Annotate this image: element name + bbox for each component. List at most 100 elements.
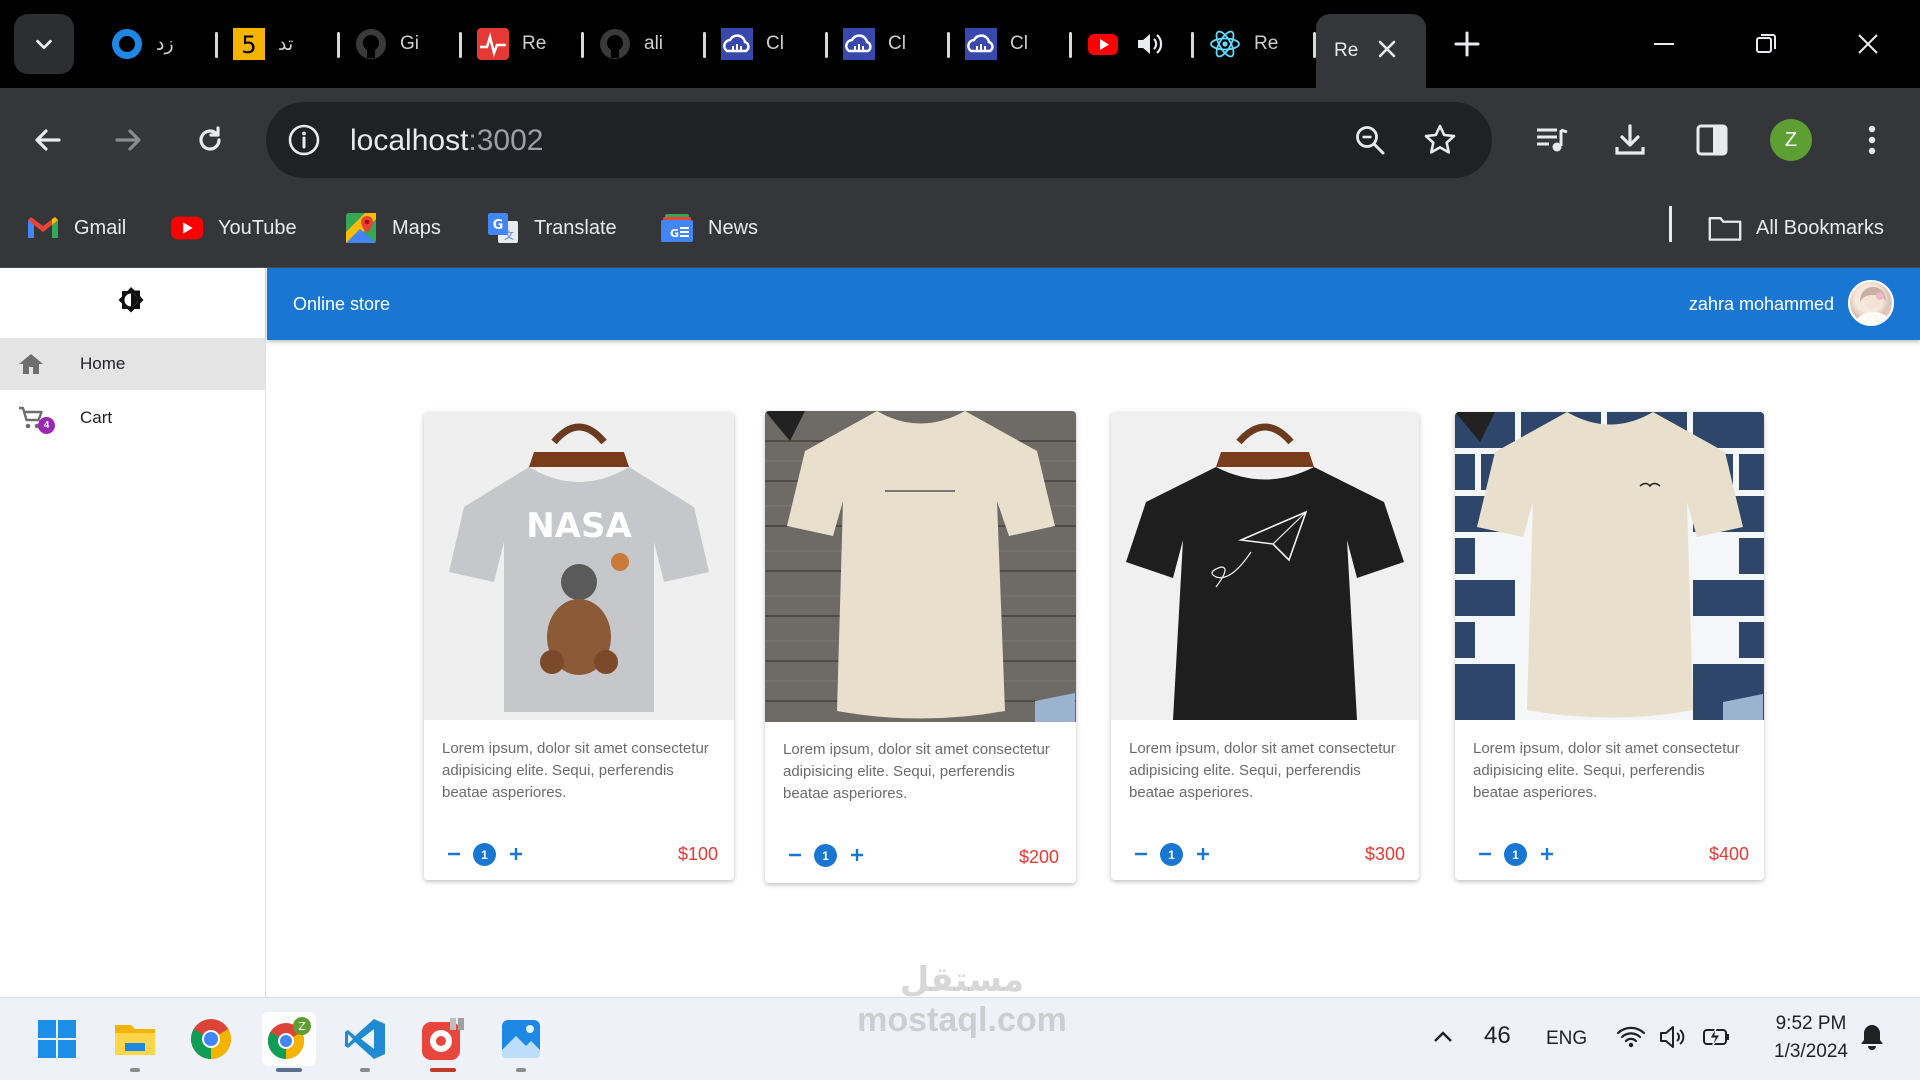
close-window-button[interactable] [1846, 22, 1890, 66]
tab-title: تد [278, 33, 294, 55]
user-avatar[interactable] [1848, 280, 1894, 326]
tab-title: زد [156, 33, 174, 55]
decrease-quantity-button[interactable] [1473, 842, 1497, 866]
decrease-quantity-button[interactable] [1129, 842, 1153, 866]
restore-icon [1756, 34, 1776, 53]
browser-menu-button[interactable] [1846, 114, 1898, 166]
bookmark-label: News [708, 216, 759, 239]
plus-icon [1197, 848, 1209, 860]
bookmark-gmail[interactable]: Gmail [26, 206, 126, 250]
minus-icon [1479, 852, 1491, 856]
wifi-icon[interactable] [1616, 1024, 1646, 1056]
product-image-beige-tshirt-wood[interactable] [765, 411, 1076, 722]
browser-tab[interactable]: Cl [706, 14, 828, 74]
increase-quantity-button[interactable] [1535, 842, 1559, 866]
minus-icon [789, 853, 801, 857]
browser-tab[interactable] [1072, 14, 1194, 74]
chrome-profile-icon: Z [267, 1017, 311, 1059]
address-text[interactable]: localhost:3002 [350, 124, 543, 158]
increase-quantity-button[interactable] [504, 842, 528, 866]
input-language[interactable]: ENG [1546, 1028, 1587, 1050]
address-bar[interactable]: localhost:3002 [266, 102, 1492, 178]
browser-tab[interactable]: زد [96, 14, 218, 74]
system-clock[interactable]: 9:52 PM 1/3/2024 [1758, 1010, 1864, 1066]
restore-button[interactable] [1744, 22, 1788, 66]
profile-avatar-button[interactable]: Z [1770, 119, 1812, 161]
tab-title: Re [522, 33, 547, 54]
bookmark-maps[interactable]: Maps [344, 206, 441, 250]
quantity-badge: 1 [1160, 843, 1183, 866]
reload-button[interactable] [184, 114, 236, 166]
new-tab-button[interactable] [1445, 22, 1489, 66]
tab-title: Cl [888, 33, 906, 54]
browser-tab-active[interactable]: Re [1316, 14, 1426, 88]
browser-tab[interactable]: Cl [950, 14, 1072, 74]
show-hidden-icons-button[interactable] [1430, 1024, 1456, 1056]
notification-bell-icon[interactable] [1858, 1022, 1886, 1058]
bookmark-label: Gmail [74, 216, 127, 239]
battery-charging-icon[interactable] [1700, 1024, 1732, 1056]
increase-quantity-button[interactable] [845, 843, 869, 867]
arrow-left-icon [35, 129, 61, 151]
minus-icon [448, 852, 460, 856]
taskbar-app[interactable] [416, 1012, 470, 1072]
tab-title: Re [1334, 40, 1359, 61]
running-indicator [276, 1068, 302, 1072]
number-five-icon: 5 [232, 27, 266, 61]
reload-icon [199, 126, 221, 151]
back-button[interactable] [22, 114, 74, 166]
browser-tab[interactable]: Cl [828, 14, 950, 74]
browser-tab[interactable]: Gi [340, 14, 462, 74]
product-image-beige-tshirt-brick[interactable] [1455, 412, 1764, 720]
decrease-quantity-button[interactable] [442, 842, 466, 866]
browser-tab[interactable]: ali [584, 14, 706, 74]
tab-search-button[interactable] [14, 14, 74, 74]
minimize-icon [1654, 43, 1674, 45]
media-control-button[interactable] [1526, 114, 1578, 166]
sidebar-item-home[interactable]: Home [0, 338, 266, 390]
product-card[interactable]: Lorem ipsum, dolor sit amet consectetur … [1111, 412, 1419, 880]
site-info-icon[interactable] [284, 120, 324, 160]
taskbar-file-explorer[interactable] [108, 1012, 162, 1072]
downloads-button[interactable] [1604, 114, 1656, 166]
zoom-icon[interactable] [1348, 118, 1392, 162]
product-card[interactable]: Lorem ipsum, dolor sit amet consectetur … [765, 411, 1076, 883]
taskbar-vscode[interactable] [338, 1012, 392, 1072]
cart-count-badge: 4 [38, 417, 55, 434]
decrease-quantity-button[interactable] [783, 843, 807, 867]
start-button[interactable] [30, 1012, 84, 1066]
more-vertical-icon [1868, 125, 1876, 155]
theme-toggle-button[interactable] [116, 282, 146, 318]
running-indicator [130, 1068, 140, 1072]
bookmark-translate[interactable]: G文 Translate [486, 206, 617, 250]
taskbar-chrome-profile[interactable]: Z [262, 1012, 316, 1072]
browser-tab[interactable]: Re [1194, 14, 1316, 74]
browser-tab-strip: زد 5 تد Gi Re ali Cl Cl Cl Re Re [0, 0, 1920, 88]
side-panel-button[interactable] [1686, 114, 1738, 166]
volume-icon[interactable] [1658, 1024, 1688, 1056]
minus-icon [1135, 852, 1147, 856]
bookmark-news[interactable]: G News [660, 206, 758, 250]
taskbar-photos[interactable] [494, 1012, 548, 1072]
forward-button[interactable] [102, 114, 154, 166]
all-bookmarks-button[interactable]: All Bookmarks [1708, 206, 1884, 250]
browser-tab[interactable]: 5 تد [218, 14, 340, 74]
product-image-gray-nasa-tshirt[interactable]: NASA [424, 412, 734, 720]
minimize-button[interactable] [1642, 22, 1686, 66]
increase-quantity-button[interactable] [1191, 842, 1215, 866]
close-icon[interactable] [1376, 38, 1398, 65]
sidebar-item-cart[interactable]: 4 Cart [0, 392, 266, 444]
taskbar-chrome[interactable] [184, 1012, 238, 1066]
product-image-black-paper-plane-tshirt[interactable] [1111, 412, 1419, 720]
weather-temperature[interactable]: 46 [1484, 1022, 1511, 1050]
product-card[interactable]: Lorem ipsum, dolor sit amet consectetur … [1455, 412, 1764, 880]
user-name: zahra mohammed [1688, 294, 1834, 314]
svg-text:Z: Z [298, 1020, 306, 1033]
speaker-icon[interactable] [1132, 27, 1166, 61]
plus-icon [1541, 848, 1553, 860]
vscode-icon [345, 1019, 385, 1059]
browser-tab[interactable]: Re [462, 14, 584, 74]
product-card[interactable]: NASA Lorem ipsum, dolor sit amet consect… [424, 412, 734, 880]
bookmark-star-icon[interactable] [1418, 118, 1462, 162]
bookmark-youtube[interactable]: YouTube [170, 206, 297, 250]
